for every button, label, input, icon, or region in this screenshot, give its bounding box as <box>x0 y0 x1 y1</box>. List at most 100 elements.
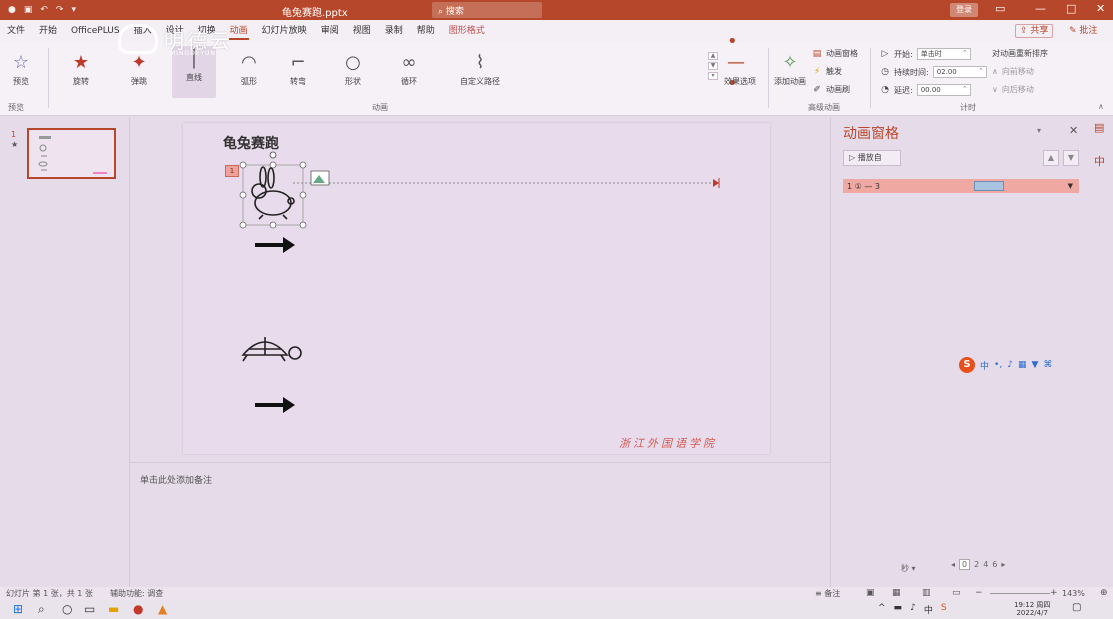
normal-view-icon[interactable]: ▣ <box>866 588 875 598</box>
chevron-down-icon[interactable]: ▼ <box>1068 182 1073 190</box>
scroll-down-icon[interactable]: ▼ <box>708 62 718 70</box>
effect-loop-path[interactable]: ∞ 循环 <box>396 50 422 87</box>
notification-icon[interactable]: ▢ <box>1072 602 1081 613</box>
delay-field[interactable]: ◔ 延迟: 00.00 <box>880 84 971 96</box>
sogou-icon[interactable]: S <box>959 357 975 373</box>
system-clock[interactable]: 19:12 周四 2022/4/7 <box>1014 601 1050 617</box>
tools-icon[interactable]: ⌘ <box>1043 360 1052 370</box>
effect-arc-path[interactable]: ◠ 弧形 <box>236 50 262 87</box>
ime-toolbar[interactable]: S 中 •, ♪ ▦ ▼ ⌘ <box>959 357 1052 373</box>
comments-button[interactable]: ✎ 批注 <box>1065 24 1101 38</box>
zoom-level[interactable]: 143% <box>1062 589 1085 598</box>
duration-field[interactable]: ◷ 持续时间: 02.00 <box>880 66 987 78</box>
animation-list-item[interactable]: 1 ① — 3 ▼ <box>843 179 1079 193</box>
tab-home[interactable]: 开始 <box>32 20 64 42</box>
close-icon[interactable]: ✕ <box>1069 124 1078 137</box>
tab-review[interactable]: 审阅 <box>314 20 346 42</box>
powerpoint-icon[interactable]: ● <box>133 602 143 616</box>
accessibility-status[interactable]: 辅助功能: 调查 <box>110 588 163 599</box>
fit-slide-icon[interactable]: ⊕ <box>1100 588 1108 598</box>
chevron-up-icon[interactable]: ^ <box>878 603 886 616</box>
share-button[interactable]: ⇪ 共享 <box>1015 24 1054 38</box>
timing-bar[interactable] <box>974 181 1004 191</box>
tab-shape-format[interactable]: 图形格式 <box>442 20 492 42</box>
user-badge[interactable]: 登录 <box>950 3 978 17</box>
effect-spin[interactable]: ★ 旋转 <box>68 50 94 87</box>
skin-icon[interactable]: ▼ <box>1031 360 1038 370</box>
zoom-in-icon[interactable]: + <box>1050 588 1058 598</box>
designer-icon[interactable]: ▤ <box>1094 121 1104 134</box>
collapse-ribbon-icon[interactable]: ∧ <box>1098 102 1104 111</box>
volume-icon[interactable]: ♪ <box>910 603 916 616</box>
delay-value[interactable]: 00.00 <box>916 84 971 96</box>
windows-start-icon[interactable]: ⊞ <box>13 602 23 616</box>
slideshow-icon[interactable]: ▭ <box>952 588 961 598</box>
task-view-icon[interactable]: ▭ <box>84 602 95 616</box>
preview-button[interactable]: ☆ 预览 <box>8 50 34 87</box>
tab-help[interactable]: 帮助 <box>410 20 442 42</box>
pane-options-icon[interactable]: ▾ <box>1037 126 1041 135</box>
effect-turn-path[interactable]: ⌐ 转弯 <box>285 50 311 87</box>
notes-placeholder[interactable]: 单击此处添加备注 <box>140 473 212 486</box>
sogou-tray-icon[interactable]: S <box>941 603 947 616</box>
zoom-slider[interactable] <box>990 588 1050 594</box>
effect-options-button[interactable]: •—• 效果选项 <box>724 31 756 94</box>
customize-icon[interactable]: ▾ <box>71 5 76 15</box>
notes-pane[interactable]: 单击此处添加备注 <box>130 462 830 587</box>
translate-icon[interactable]: 中 <box>1094 153 1105 169</box>
move-earlier-button[interactable]: ∧ 向前移动 <box>992 66 1034 77</box>
comments-label: 批注 <box>1079 26 1098 36</box>
effect-shape-path[interactable]: ○ 形状 <box>340 50 366 87</box>
start-value[interactable]: 单击时 <box>916 48 971 60</box>
ime-punct-icon[interactable]: •, <box>994 360 1002 370</box>
slide-sorter-icon[interactable]: ▦ <box>892 588 901 598</box>
tab-view[interactable]: 视图 <box>346 20 378 42</box>
tab-file[interactable]: 文件 <box>0 20 32 42</box>
move-down-button[interactable]: ▼ <box>1063 150 1079 166</box>
ime-chinese-icon[interactable]: 中 <box>980 359 989 372</box>
duration-value[interactable]: 02.00 <box>932 66 987 78</box>
turtle-icon <box>241 337 302 362</box>
effect-gallery-scroll[interactable]: ▲ ▼ ▾ <box>708 52 718 80</box>
keyboard-icon[interactable]: ▦ <box>1018 360 1027 370</box>
more-icon[interactable]: ▾ <box>708 72 718 80</box>
notes-button[interactable]: ≡ 备注 <box>815 588 840 599</box>
search-input[interactable]: ⌕ 搜索 <box>432 2 542 18</box>
network-icon[interactable]: ▬ <box>894 603 903 616</box>
ribbon-options-icon[interactable]: ▭ <box>995 2 1005 15</box>
save-icon[interactable]: ▣ <box>24 5 33 15</box>
move-up-button[interactable]: ▲ <box>1043 150 1059 166</box>
cortana-icon[interactable]: ○ <box>62 602 72 616</box>
slide-thumbnail[interactable] <box>27 128 116 179</box>
timeline-right-icon[interactable]: ▸ <box>1001 560 1005 569</box>
autosave-icon[interactable]: ● <box>8 5 16 15</box>
effect-bounce[interactable]: ✦ 弹跳 <box>126 50 152 87</box>
redo-icon[interactable]: ↷ <box>56 5 64 15</box>
microphone-icon[interactable]: ♪ <box>1007 360 1013 370</box>
undo-icon[interactable]: ↶ <box>40 5 48 15</box>
zoom-out-icon[interactable]: − <box>975 588 983 598</box>
effect-label: 转弯 <box>290 77 306 86</box>
ime-mode-icon[interactable]: 中 <box>924 603 933 616</box>
trigger-button[interactable]: ⚡ 触发 <box>812 66 842 77</box>
play-from-button[interactable]: ▷ 播放自 <box>843 150 901 166</box>
maximize-icon[interactable]: □ <box>1066 2 1076 15</box>
effect-custom-path[interactable]: ⌇ 自定义路径 <box>460 50 500 87</box>
slide-canvas[interactable]: 龟兔赛跑 1 浙江外国语学院 <box>183 123 770 454</box>
animation-pane-button[interactable]: ▤ 动画窗格 <box>812 48 858 59</box>
reading-view-icon[interactable]: ▥ <box>922 588 931 598</box>
vlc-icon[interactable]: ▲ <box>158 602 167 616</box>
tab-record[interactable]: 录制 <box>378 20 410 42</box>
tab-slideshow[interactable]: 幻灯片放映 <box>255 20 314 42</box>
timeline-seconds-label[interactable]: 秒 ▾ <box>901 563 916 574</box>
file-explorer-icon[interactable]: ▬ <box>108 602 119 616</box>
animation-painter-button[interactable]: ✐ 动画刷 <box>812 84 850 95</box>
start-select[interactable]: ▷ 开始: 单击时 <box>880 48 971 60</box>
minimize-icon[interactable]: — <box>1035 2 1046 15</box>
add-animation-button[interactable]: ✧ 添加动画 <box>774 50 806 87</box>
timeline-left-icon[interactable]: ◂ <box>951 560 955 569</box>
scroll-up-icon[interactable]: ▲ <box>708 52 718 60</box>
move-later-button[interactable]: ∨ 向后移动 <box>992 84 1034 95</box>
close-icon[interactable]: ✕ <box>1096 2 1105 15</box>
search-icon[interactable]: ⌕ <box>38 602 45 617</box>
